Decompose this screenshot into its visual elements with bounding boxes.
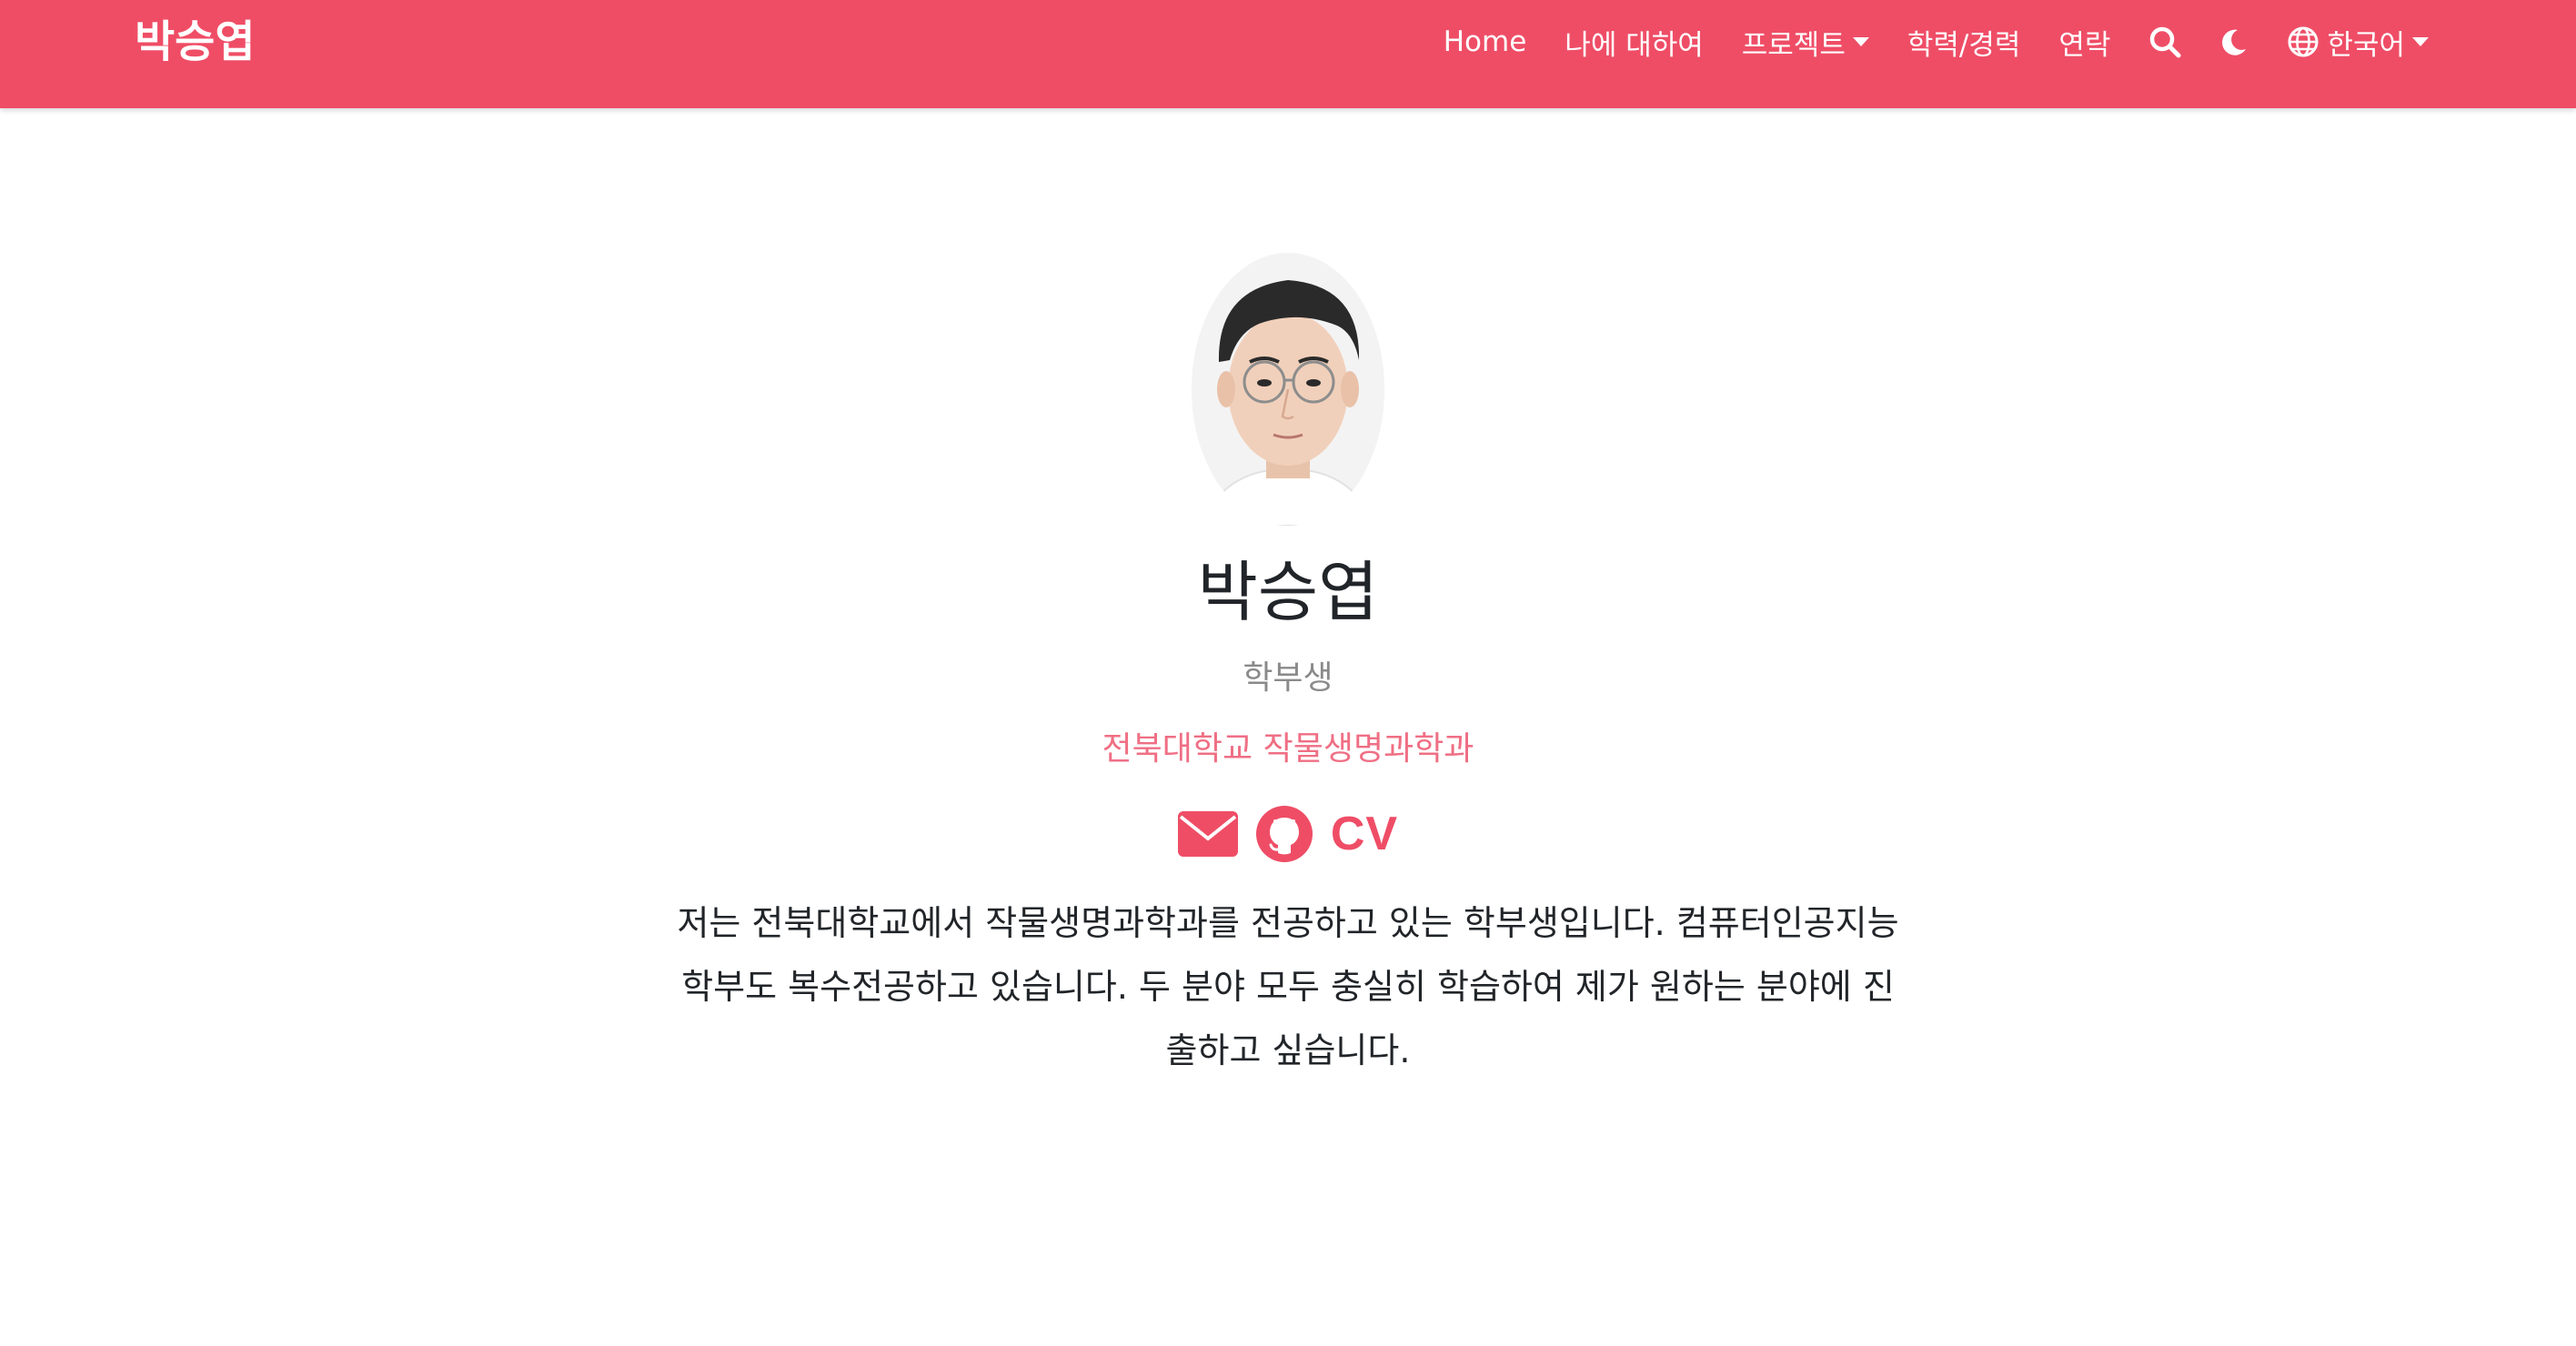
profile-name: 박승엽 [1197, 554, 1379, 630]
profile-affiliation: 전북대학교 작물생명과학과 [1102, 730, 1474, 768]
nav-about[interactable]: 나에 대하여 [1565, 22, 1703, 63]
social-links: CV [1177, 806, 1398, 863]
profile-bio: 저는 전북대학교에서 작물생명과학과를 전공하고 있는 학부생입니다. 컴퓨터인… [677, 903, 1899, 1071]
caret-down-icon [2412, 37, 2429, 46]
nav-contact[interactable]: 연락 [2058, 22, 2110, 63]
avatar [1192, 253, 1384, 526]
nav-projects-label: 프로젝트 [1741, 28, 1846, 62]
nav-education[interactable]: 학력/경력 [1907, 22, 2021, 63]
nav-about-label: 나에 대하여 [1565, 28, 1704, 62]
globe-icon [2288, 26, 2319, 57]
cv-link[interactable]: CV [1331, 807, 1398, 861]
profile-section: 박승엽 학부생 전북대학교 작물생명과학과 CV 저는 전북대학교에서 작물생명… [0, 253, 2576, 1117]
site-brand[interactable]: 박승엽 [135, 0, 255, 84]
moon-icon[interactable] [2219, 27, 2249, 56]
profile-role: 학부생 [1243, 659, 1333, 698]
github-link[interactable] [1255, 806, 1313, 863]
caret-down-icon [1852, 37, 1869, 46]
email-link[interactable] [1177, 811, 1238, 858]
envelope-icon [1177, 811, 1238, 858]
search-icon[interactable] [2148, 25, 2181, 58]
nav-home-label: Home [1443, 25, 1527, 58]
nav-projects-dropdown[interactable]: 프로젝트 [1742, 22, 1869, 63]
cv-label: CV [1330, 808, 1399, 861]
top-navbar: 박승엽 Home 나에 대하여 프로젝트 학력/경력 연락 한국어 [0, 0, 2576, 108]
nav-education-label: 학력/경력 [1907, 28, 2021, 62]
nav-home[interactable]: Home [1444, 25, 1527, 58]
nav-contact-label: 연락 [2058, 28, 2111, 62]
nav-menu: Home 나에 대하여 프로젝트 학력/경력 연락 한국어 [1444, 0, 2429, 84]
language-label: 한국어 [2327, 28, 2405, 62]
github-icon [1255, 806, 1313, 863]
language-selector[interactable]: 한국어 [2287, 22, 2429, 63]
